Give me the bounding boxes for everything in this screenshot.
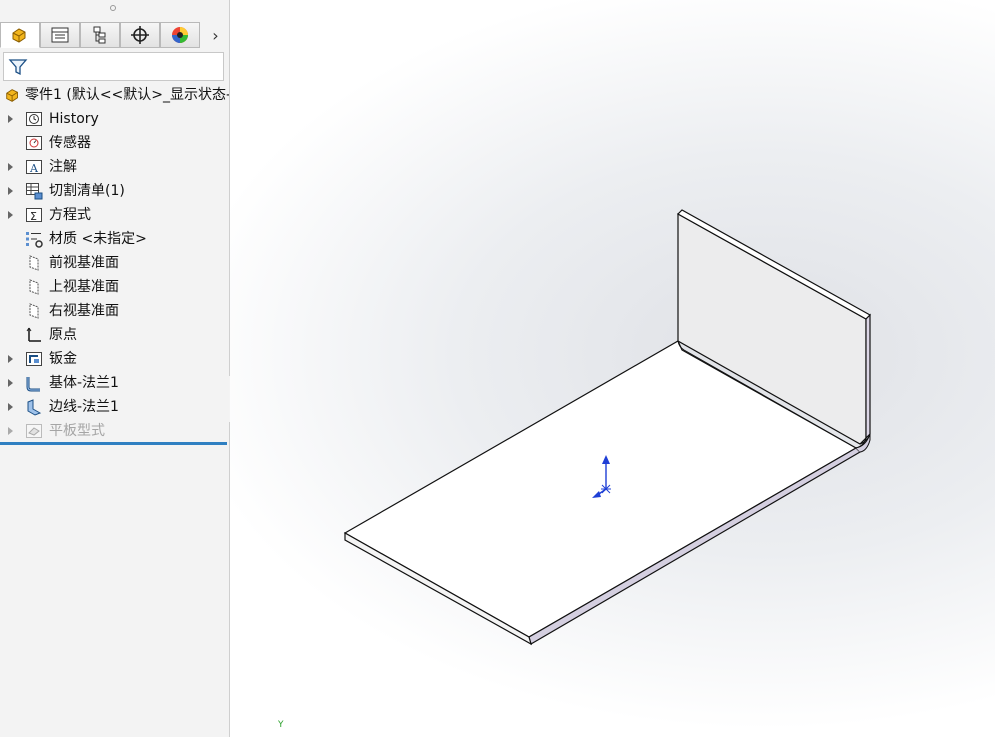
tree-item-label: 右视基准面 <box>49 303 119 319</box>
part-icon <box>6 89 18 102</box>
tree-item-label: History <box>49 111 99 127</box>
expand-arrow-icon[interactable] <box>8 163 13 171</box>
graphics-viewport[interactable] <box>230 0 995 737</box>
tree-item-label: 方程式 <box>49 207 91 223</box>
tab-configurationmanager[interactable] <box>80 22 120 48</box>
tree-item-label: 边线-法兰1 <box>49 399 119 415</box>
expand-arrow-icon[interactable] <box>8 355 13 363</box>
tab-displaymanager[interactable] <box>160 22 200 48</box>
expand-arrow-icon[interactable] <box>8 187 13 195</box>
tab-featuremanager[interactable] <box>0 22 40 48</box>
panel-grip-icon[interactable] <box>110 5 116 11</box>
flat-pattern-icon <box>26 424 42 438</box>
plane-icon <box>29 279 39 295</box>
manager-tabs: › <box>0 22 229 49</box>
tab-scroll-right-button[interactable]: › <box>202 22 229 48</box>
plane-icon <box>29 303 39 319</box>
tree-item-flat-pattern[interactable]: 平板型式 <box>0 419 229 443</box>
tab-propertymanager[interactable] <box>40 22 80 48</box>
part-tree-icon <box>12 28 26 43</box>
tree-item-front-plane[interactable]: 前视基准面 <box>0 251 229 275</box>
crosshair-icon <box>131 26 149 44</box>
tree-root-part[interactable]: 零件1 (默认<<默认>_显示状态-1>) <box>0 83 229 107</box>
tree-item-label: 前视基准面 <box>49 255 119 271</box>
tree-item-label: 注解 <box>49 159 77 175</box>
annotation-icon: A <box>26 160 42 175</box>
tab-dimxpertmanager[interactable] <box>120 22 160 48</box>
tree-filter-bar[interactable] <box>3 52 224 81</box>
tree-item-label: 钣金 <box>49 351 77 367</box>
tree-item-right-plane[interactable]: 右视基准面 <box>0 299 229 323</box>
cut-list-icon <box>26 183 43 200</box>
plane-icon <box>29 255 39 271</box>
sensor-icon <box>26 136 42 150</box>
tree-item-top-plane[interactable]: 上视基准面 <box>0 275 229 299</box>
tree-root-label: 零件1 (默认<<默认>_显示状态-1>) <box>25 87 229 103</box>
origin-icon <box>26 327 41 342</box>
expand-arrow-icon[interactable] <box>8 379 13 387</box>
tree-item-label: 原点 <box>49 327 77 343</box>
sheet-metal-icon <box>26 352 42 366</box>
tree-item-cut-list[interactable]: 切割清单(1) <box>0 179 229 203</box>
sheet-metal-model[interactable] <box>230 0 995 737</box>
flange-side-edge <box>865 313 871 440</box>
tree-item-annotations[interactable]: A 注解 <box>0 155 229 179</box>
tree-item-origin[interactable]: 原点 <box>0 323 229 347</box>
property-list-icon <box>51 27 69 43</box>
tree-item-label: 基体-法兰1 <box>49 375 119 391</box>
tree-item-label: 平板型式 <box>49 423 105 439</box>
tree-item-sheet-metal[interactable]: 钣金 <box>0 347 229 371</box>
feature-manager-panel: › 零件1 (默认<<默认>_显示状态-1>) History <box>0 0 230 737</box>
material-icon <box>26 232 43 248</box>
history-icon <box>26 112 42 126</box>
expand-arrow-icon[interactable] <box>8 403 13 411</box>
expand-arrow-icon[interactable] <box>8 115 13 123</box>
equation-icon: Σ <box>26 208 42 223</box>
rollback-bar[interactable] <box>0 442 227 445</box>
tree-item-base-flange[interactable]: 基体-法兰1 <box>0 371 229 395</box>
configuration-icon <box>93 26 106 44</box>
svg-text:Σ: Σ <box>30 210 37 223</box>
tree-item-sensors[interactable]: 传感器 <box>0 131 229 155</box>
tree-item-equations[interactable]: Σ 方程式 <box>0 203 229 227</box>
tree-item-label: 传感器 <box>49 135 91 151</box>
tree-item-label: 切割清单(1) <box>49 183 125 199</box>
filter-icon[interactable] <box>8 57 28 77</box>
reference-triad-y-label: Y <box>278 720 284 730</box>
base-flange-icon <box>26 377 40 392</box>
tree-item-edge-flange[interactable]: 边线-法兰1 <box>0 395 229 419</box>
tree-item-label: 材质 <未指定> <box>49 231 147 247</box>
expand-arrow-icon[interactable] <box>8 211 13 219</box>
expand-arrow-icon[interactable] <box>8 427 13 435</box>
svg-text:A: A <box>29 162 39 175</box>
tree-item-history[interactable]: History <box>0 107 229 131</box>
edge-flange-icon <box>27 399 42 416</box>
tree-item-label: 上视基准面 <box>49 279 119 295</box>
tree-item-material[interactable]: 材质 <未指定> <box>0 227 229 251</box>
color-wheel-icon <box>172 27 188 43</box>
